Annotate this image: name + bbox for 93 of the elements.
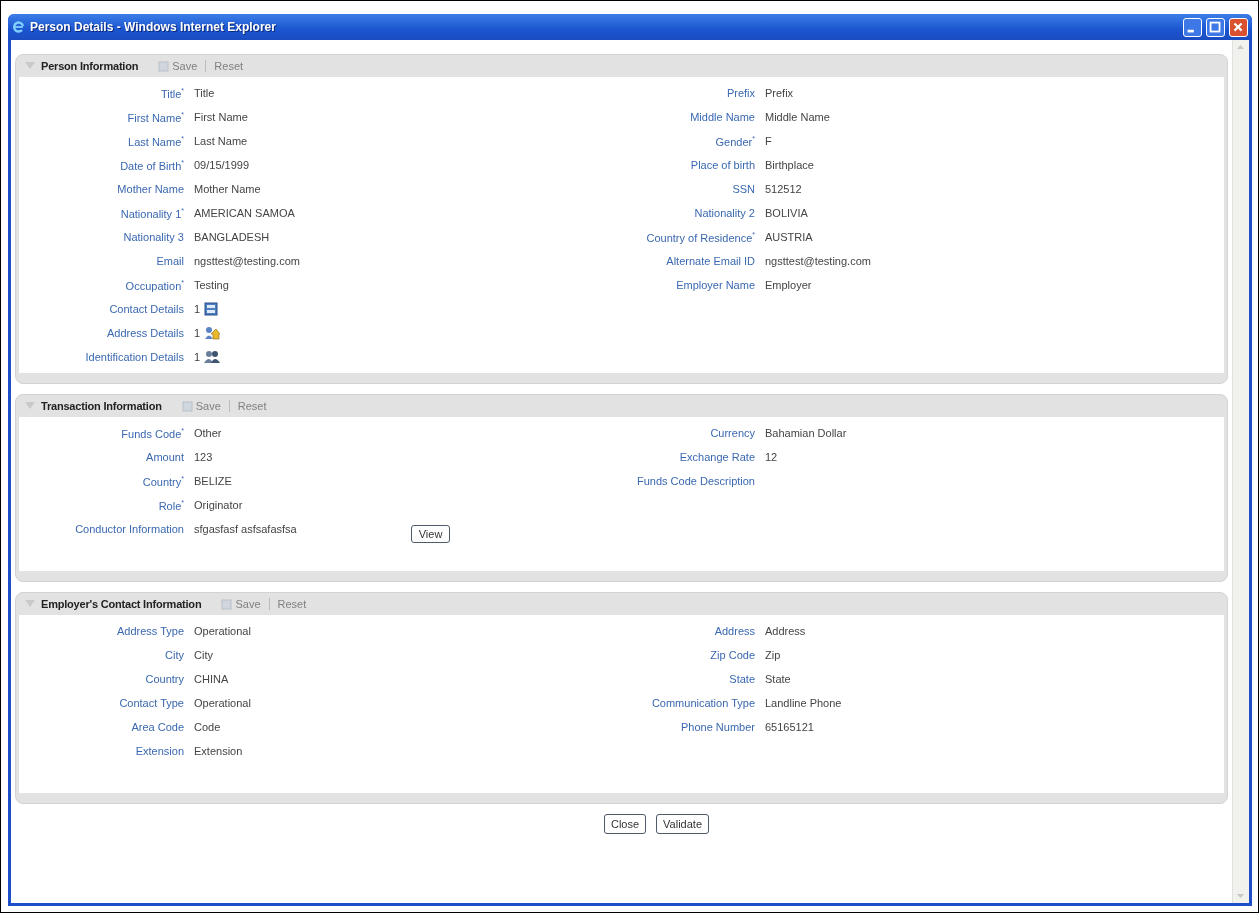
field-value: State	[765, 673, 791, 685]
field-value: ngsttest@testing.com	[194, 255, 300, 267]
field-value: Title	[194, 87, 215, 99]
section-title: Transaction Information	[41, 400, 162, 412]
field-value: Address	[765, 625, 806, 637]
field-label: Gender$^{*}$	[714, 134, 755, 148]
field-label: Area Code	[130, 721, 184, 733]
field-label: Address	[713, 625, 755, 637]
field-value: First Name	[194, 111, 248, 123]
maximize-icon[interactable]	[1206, 17, 1225, 37]
field-value: Birthplace	[765, 159, 814, 171]
field-value: 123	[194, 451, 213, 463]
field-label: Occupation$^{*}$	[124, 278, 184, 292]
field-label: Identification Details	[84, 351, 184, 363]
field-label: State	[728, 673, 755, 685]
field-value: Testing	[194, 279, 229, 291]
field-value: Last Name	[194, 135, 248, 147]
field-value: Prefix	[765, 87, 794, 99]
field-label: Date of Birth$^{*}$	[119, 158, 184, 172]
person-house-icon[interactable]	[204, 326, 221, 340]
field-label: Phone Number	[680, 721, 755, 733]
field-value: Zip	[765, 649, 781, 661]
field-label: Address Type	[115, 625, 184, 637]
field-value: BELIZE	[194, 475, 232, 487]
field-value: F	[765, 135, 772, 147]
field-label: Funds Code$^{*}$	[120, 426, 184, 440]
section-title: Person Information	[41, 60, 139, 72]
field-value: Operational	[194, 625, 251, 637]
field-label: Nationality 1$^{*}$	[119, 206, 184, 220]
field-label: City	[164, 649, 184, 661]
field-label: First Name$^{*}$	[126, 110, 184, 124]
field-value: 512512	[765, 183, 802, 195]
field-value: Extension	[194, 745, 243, 757]
field-label: Zip Code	[709, 649, 755, 661]
field-label: Country of Residence$^{*}$	[645, 230, 755, 244]
field-value: Operational	[194, 697, 251, 709]
browser-logo-icon	[12, 20, 26, 34]
field-label: Contact Type	[118, 697, 184, 709]
field-label: Nationality 2	[693, 207, 755, 219]
field-value: City	[194, 649, 213, 661]
field-value: Middle Name	[765, 111, 830, 123]
field-label: Email	[155, 255, 184, 267]
count-text: 1	[194, 351, 201, 363]
count-text: 1	[194, 303, 201, 315]
field-value: Code	[194, 721, 221, 733]
field-value: AMERICAN SAMOA	[194, 207, 295, 219]
validate-button[interactable]: Validate	[656, 814, 710, 834]
view-button[interactable]: View	[410, 525, 451, 543]
close-button[interactable]: Close	[603, 814, 647, 834]
count-text: 1	[194, 327, 201, 339]
field-label: Country	[144, 673, 184, 685]
field-label: Mother Name	[116, 183, 184, 195]
field-label: Amount	[145, 451, 184, 463]
field-label: Last Name$^{*}$	[127, 134, 184, 148]
field-label: Place of birth	[689, 159, 755, 171]
field-value: Employer	[765, 279, 812, 291]
field-label: Exchange Rate	[678, 451, 755, 463]
field-label: Communication Type	[650, 697, 755, 709]
field-label: Currency	[709, 427, 755, 439]
field-value: Other	[194, 427, 222, 439]
field-label: SSN	[731, 183, 755, 195]
field-label: Alternate Email ID	[665, 255, 755, 267]
field-label: Prefix	[725, 87, 755, 99]
field-label: Country$^{*}$	[141, 474, 184, 488]
minimize-icon[interactable]	[1183, 17, 1202, 37]
field-label: Funds Code Description	[636, 475, 755, 487]
field-label: Address Details	[105, 327, 184, 339]
field-value: BOLIVIA	[765, 207, 808, 219]
field-label: Middle Name	[689, 111, 755, 123]
field-label: Extension	[134, 745, 184, 757]
section-title: Employer's Contact Information	[41, 598, 202, 610]
field-value: sfgasfasf asfsafasfsa	[194, 523, 297, 535]
field-value: 12	[765, 451, 778, 463]
field-label: Nationality 3	[122, 231, 184, 243]
people-icon[interactable]	[204, 350, 221, 364]
contact-card-icon[interactable]	[204, 302, 219, 316]
field-value: Landline Phone	[765, 697, 842, 709]
field-label: Title$^{*}$	[159, 86, 184, 100]
window-title: Person Details - Windows Internet Explorer	[30, 20, 277, 34]
field-value: ngsttest@testing.com	[765, 255, 871, 267]
close-icon[interactable]	[1229, 17, 1248, 37]
field-value: CHINA	[194, 673, 229, 685]
field-label: Conductor Information	[74, 523, 184, 535]
field-label: Contact Details	[108, 303, 184, 315]
field-value: BANGLADESH	[194, 231, 270, 243]
field-value: Mother Name	[194, 183, 261, 195]
field-value: 65165121	[765, 721, 814, 733]
field-value: Bahamian Dollar	[765, 427, 847, 439]
field-label: Employer Name	[675, 279, 755, 291]
field-value: AUSTRIA	[765, 231, 813, 243]
field-value: Originator	[194, 499, 243, 511]
field-value: 09/15/1999	[194, 159, 250, 171]
field-label: Role$^{*}$	[157, 498, 184, 512]
